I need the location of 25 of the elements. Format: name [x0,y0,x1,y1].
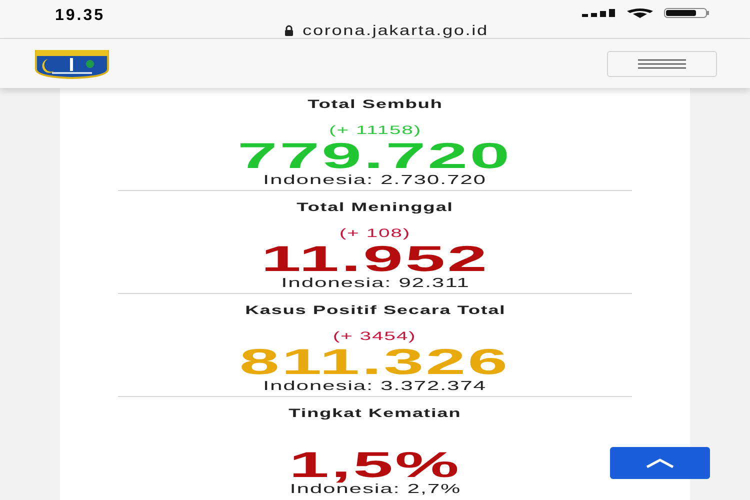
logo-icon[interactable] [34,48,110,78]
stat-title: Kasus Positif Secara Total [244,302,506,319]
stat-change: (+ 108) [339,225,411,241]
stat-value: 779.720 [238,140,512,172]
menu-button[interactable] [607,50,717,76]
stat-title: Total Meninggal [296,199,454,216]
signal-icon [582,9,616,17]
stat-change: (+ 3454) [333,328,417,344]
stat-change: (+ 11158) [328,122,422,138]
stat-value: 811.326 [240,346,510,378]
battery-icon [664,8,710,18]
stat-title: Tingkat Kematian [288,405,462,422]
national-figure: Indonesia: 92.311 [280,275,470,291]
menu-icon [638,58,686,68]
stat-value: 1,5% [288,449,462,481]
scroll-top-button[interactable] [610,447,710,479]
national-figure: Indonesia: 3.372.374 [263,378,487,394]
stat-title: Total Sembuh [307,96,443,113]
chevron-up-icon [645,458,675,468]
address-url[interactable]: corona.jakarta.go.id [302,22,488,38]
wifi-icon [626,8,654,18]
stat-value: 11.952 [260,243,490,275]
lock-icon [284,24,294,36]
national-figure: Indonesia: 2.730.720 [263,172,487,188]
status-time: 19.35 [55,6,106,26]
